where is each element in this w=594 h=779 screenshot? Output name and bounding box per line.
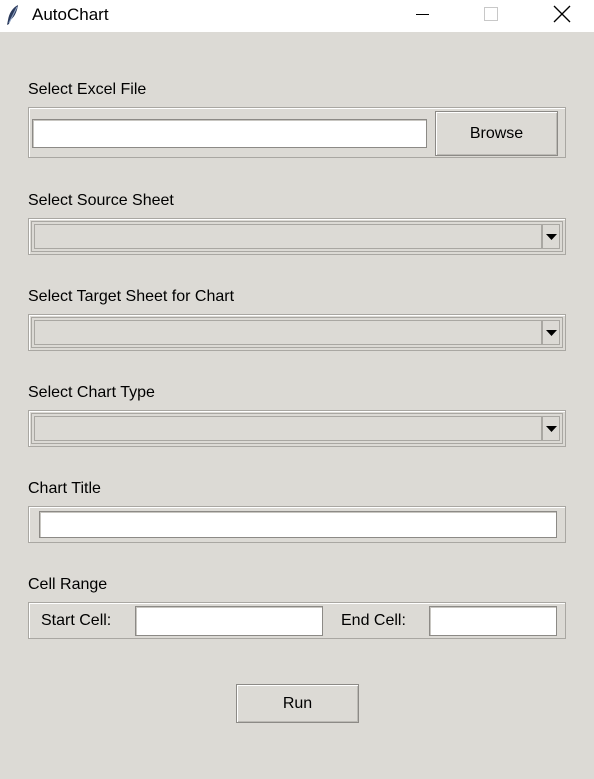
excel-file-label: Select Excel File — [28, 81, 147, 98]
target-sheet-frame — [28, 314, 566, 351]
chart-title-frame — [28, 506, 566, 543]
excel-file-frame: Browse — [28, 107, 566, 158]
target-sheet-dropdown-button[interactable] — [542, 320, 560, 345]
cell-range-frame: Start Cell: End Cell: — [28, 602, 566, 639]
end-cell-input[interactable] — [429, 606, 557, 636]
end-cell-label: End Cell: — [341, 612, 406, 629]
title-bar: AutoChart — [0, 0, 594, 32]
source-sheet-dropdown-button[interactable] — [542, 224, 560, 249]
browse-button[interactable]: Browse — [435, 111, 558, 156]
target-sheet-value[interactable] — [34, 320, 542, 345]
close-icon[interactable] — [540, 0, 586, 32]
start-cell-label: Start Cell: — [41, 612, 112, 629]
minimize-icon[interactable] — [400, 0, 446, 32]
source-sheet-value[interactable] — [34, 224, 542, 249]
source-sheet-frame — [28, 218, 566, 255]
chart-type-dropdown-button[interactable] — [542, 416, 560, 441]
maximize-icon[interactable] — [468, 0, 514, 32]
source-sheet-combobox[interactable] — [31, 221, 563, 252]
window-title: AutoChart — [32, 5, 109, 24]
source-sheet-label: Select Source Sheet — [28, 192, 174, 209]
target-sheet-combobox[interactable] — [31, 317, 563, 348]
chart-type-combobox[interactable] — [31, 413, 563, 444]
run-button[interactable]: Run — [236, 684, 359, 723]
chart-type-value[interactable] — [34, 416, 542, 441]
cell-range-label: Cell Range — [28, 576, 108, 593]
feather-icon — [6, 4, 20, 26]
chart-type-label: Select Chart Type — [28, 384, 155, 401]
chart-title-label: Chart Title — [28, 480, 101, 497]
target-sheet-label: Select Target Sheet for Chart — [28, 288, 235, 305]
start-cell-input[interactable] — [135, 606, 323, 636]
chart-type-frame — [28, 410, 566, 447]
chart-title-input[interactable] — [39, 511, 557, 538]
excel-file-path-input[interactable] — [32, 119, 427, 148]
